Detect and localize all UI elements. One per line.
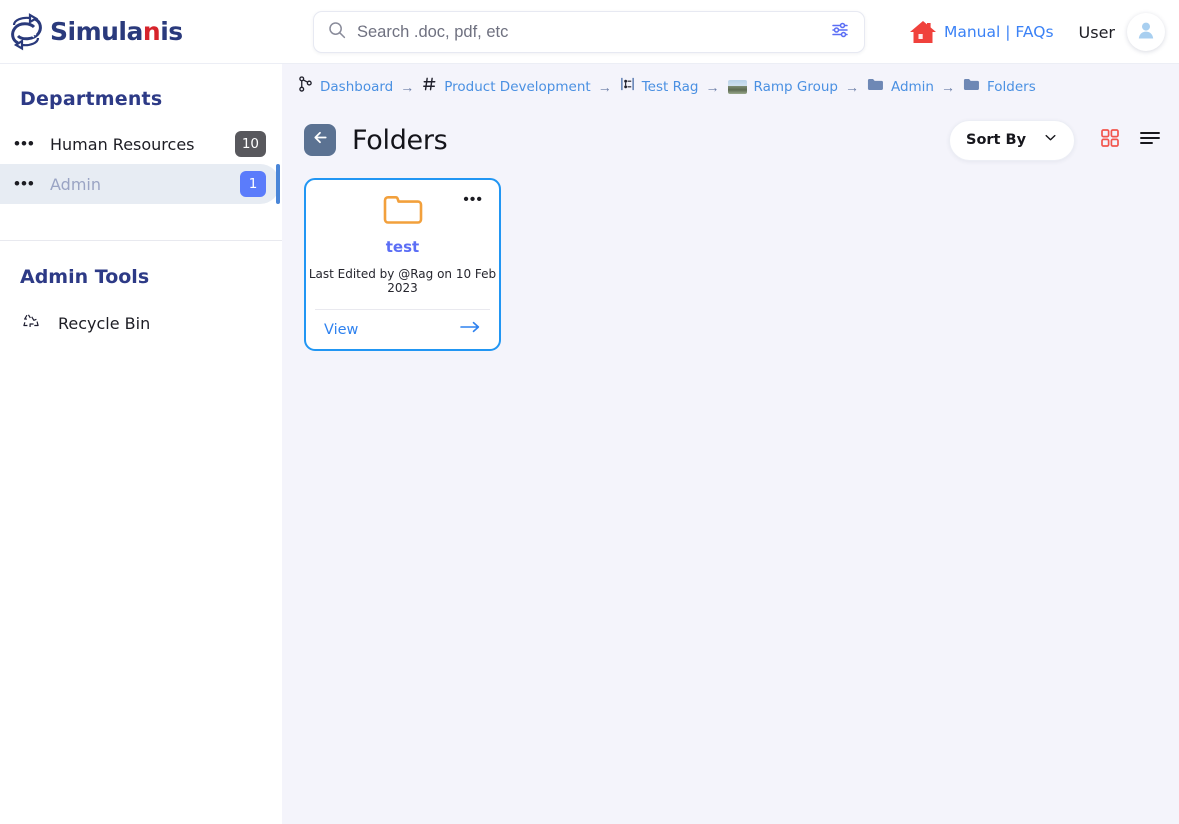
brand-name: Simulanis [50, 17, 183, 46]
more-dots-icon[interactable]: ••• [463, 192, 483, 208]
breadcrumb: Dashboard → Product Development → Test R… [282, 64, 1179, 97]
breadcrumb-label[interactable]: Dashboard [320, 79, 393, 95]
sidebar-item-human-resources[interactable]: ••• Human Resources 10 [0, 124, 280, 164]
sidebar-item-recycle-bin[interactable]: Recycle Bin [0, 288, 282, 337]
git-branch-icon [298, 76, 313, 97]
user-avatar-icon [1135, 19, 1157, 46]
status-badge: 10 [234, 131, 266, 157]
header-right-cluster: Manual | FAQs User [908, 0, 1165, 64]
sidebar-item-label: Human Resources [50, 134, 195, 154]
manual-faqs-links[interactable]: Manual | FAQs [944, 23, 1054, 41]
breadcrumb-arrow: → [400, 78, 415, 95]
arrow-right-icon[interactable] [459, 320, 481, 339]
filter-sliders-icon[interactable] [830, 20, 850, 45]
home-icon[interactable] [908, 18, 938, 46]
top-header-bar: Simulanis Search .doc, pdf, etc Manual |… [0, 0, 1179, 64]
breadcrumb-item-product-development[interactable]: Product Development [422, 76, 591, 97]
breadcrumb-arrow: → [941, 78, 955, 95]
search-bar[interactable] [313, 11, 865, 53]
sidebar-item-label: Recycle Bin [58, 314, 151, 333]
breadcrumb-label[interactable]: Test Rag [642, 79, 699, 95]
breadcrumb-label[interactable]: Ramp Group [754, 79, 838, 95]
back-button[interactable] [304, 124, 336, 156]
avatar[interactable] [1127, 13, 1165, 51]
sort-by-label: Sort By [966, 132, 1027, 148]
image-thumbnail-icon [727, 79, 747, 94]
folders-grid: ••• test Last Edited by @Rag on 10 Feb 2… [282, 162, 1179, 351]
breadcrumb-item-folders[interactable]: Folders [963, 77, 1036, 97]
recycle-bin-icon [20, 310, 42, 337]
folder-card[interactable]: ••• test Last Edited by @Rag on 10 Feb 2… [304, 178, 501, 351]
breadcrumb-label[interactable]: Folders [987, 79, 1036, 95]
more-dots-icon[interactable]: ••• [14, 135, 40, 152]
list-tree-icon [620, 76, 635, 97]
view-mode-toggle [1100, 128, 1161, 153]
view-link[interactable]: View [324, 322, 358, 338]
breadcrumb-item-admin[interactable]: Admin [867, 77, 934, 97]
sidebar-item-label: Admin [50, 174, 101, 194]
folder-card-footer: View [306, 310, 499, 349]
search-icon [328, 21, 346, 44]
app-root: Simulanis Search .doc, pdf, etc Manual |… [0, 0, 1179, 824]
chevron-down-icon [1043, 130, 1058, 150]
manual-link[interactable]: Manual [944, 23, 1000, 41]
sidebar-item-admin[interactable]: ••• Admin 1 [0, 164, 280, 204]
status-badge: 1 [240, 171, 266, 197]
breadcrumb-arrow: → [844, 78, 859, 95]
more-dots-icon[interactable]: ••• [14, 175, 40, 192]
departments-heading: Departments [20, 88, 163, 110]
faqs-link[interactable]: FAQs [1015, 23, 1053, 41]
breadcrumb-arrow: → [705, 78, 720, 95]
folder-name: test [385, 238, 420, 257]
breadcrumb-item-dashboard[interactable]: Dashboard [298, 76, 393, 97]
breadcrumb-item-test-rag[interactable]: Test Rag [620, 76, 699, 97]
page-title: Folders [352, 124, 448, 156]
folder-filled-icon [867, 77, 884, 97]
hash-icon [422, 76, 437, 97]
list-view-icon[interactable] [1139, 129, 1161, 152]
user-label: User [1078, 22, 1115, 42]
folder-card-top: ••• [306, 180, 499, 236]
sidebar: Departments ••• Human Resources 10 ••• A… [0, 64, 282, 824]
main-content: Dashboard → Product Development → Test R… [282, 64, 1179, 824]
breadcrumb-label[interactable]: Admin [891, 79, 934, 95]
departments-list: ••• Human Resources 10 ••• Admin 1 [0, 124, 282, 204]
folder-meta: Last Edited by @Rag on 10 Feb 2023 [308, 267, 497, 296]
page-header: Folders Sort By [282, 118, 1179, 162]
breadcrumb-item-ramp-group[interactable]: Ramp Group [727, 79, 838, 95]
sort-by-button[interactable]: Sort By [949, 119, 1075, 161]
simulanis-s-logo-icon [8, 12, 48, 52]
search-input[interactable] [357, 13, 830, 51]
breadcrumb-arrow: → [597, 78, 612, 95]
breadcrumb-label[interactable]: Product Development [444, 79, 590, 95]
active-indicator-bar [276, 164, 280, 204]
back-arrow-icon [311, 128, 330, 152]
folder-filled-icon [963, 77, 980, 97]
page-header-actions: Sort By [949, 119, 1161, 161]
admin-tools-heading: Admin Tools [20, 266, 150, 288]
grid-view-icon[interactable] [1100, 128, 1120, 153]
brand-logo[interactable]: Simulanis [8, 12, 288, 52]
